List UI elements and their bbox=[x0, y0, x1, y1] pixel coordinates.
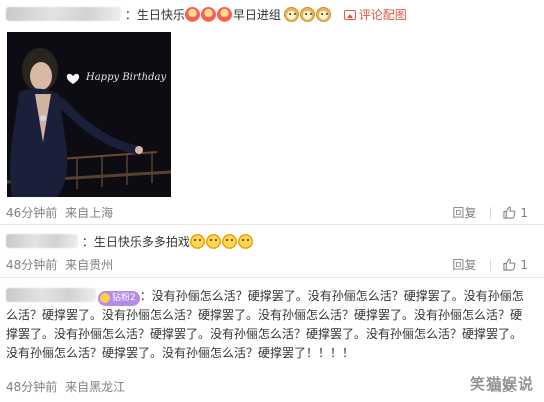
crying-emoji-icon bbox=[221, 234, 237, 249]
comment-2-meta: 48分钟前 来自贵州 bbox=[6, 256, 113, 273]
comment-1-text-2: 早日进组 bbox=[232, 8, 281, 22]
fan-badge: 钻粉2 bbox=[98, 291, 140, 306]
like-thumb-icon[interactable] bbox=[503, 206, 516, 219]
comment-image[interactable]: Happy Birthday bbox=[7, 32, 171, 197]
username-blurred[interactable] bbox=[6, 7, 121, 21]
comment-1-like-count: 1 bbox=[520, 205, 528, 220]
image-icon bbox=[343, 10, 356, 20]
comment-3-location: 来自黑龙江 bbox=[65, 380, 126, 394]
comment-2-location: 来自贵州 bbox=[65, 258, 114, 272]
comment-3-text-block: 钻粉2 ：没有孙俪怎么活？硬撑罢了。没有孙俪怎么活？硬撑罢了。没有孙俪怎么活？硬撑… bbox=[6, 287, 526, 363]
comment-2: ：生日快乐多多拍戏 48分钟前 来自贵州 回复 1 bbox=[0, 225, 544, 277]
comment-1-time: 46分钟前 bbox=[6, 206, 58, 220]
comment-image-graphic: Happy Birthday bbox=[7, 32, 171, 197]
reply-button[interactable]: 回复 bbox=[452, 256, 476, 273]
doge-emoji-icon bbox=[315, 7, 331, 22]
crying-emoji-icon bbox=[189, 234, 205, 249]
comment-3-time: 48分钟前 bbox=[6, 380, 58, 394]
comment-1-text: ：生日快乐 bbox=[124, 8, 185, 22]
view-comment-image-link[interactable]: 评论配图 bbox=[343, 8, 407, 22]
cake-emoji-icon bbox=[200, 7, 216, 22]
reply-button[interactable]: 回复 bbox=[452, 204, 476, 221]
divider bbox=[490, 206, 492, 219]
cake-emoji-icon bbox=[216, 7, 232, 22]
comment-1-actions: 回复 1 bbox=[452, 204, 528, 221]
comment-2-text: ：生日快乐多多拍戏 bbox=[81, 235, 190, 249]
view-comment-image-label: 评论配图 bbox=[358, 8, 407, 22]
comment-2-like-count: 1 bbox=[520, 257, 528, 272]
comment-2-time: 48分钟前 bbox=[6, 258, 58, 272]
comment-1-meta: 46分钟前 来自上海 bbox=[6, 204, 113, 221]
username-blurred[interactable] bbox=[6, 288, 96, 302]
cake-emoji-icon bbox=[184, 7, 200, 22]
crying-emoji-icon bbox=[237, 234, 253, 249]
username-blurred[interactable] bbox=[6, 234, 78, 248]
like-thumb-icon[interactable] bbox=[503, 258, 516, 271]
divider bbox=[490, 258, 492, 271]
doge-emoji-icon bbox=[283, 7, 299, 22]
comment-3-meta: 48分钟前 来自黑龙江 bbox=[6, 378, 125, 395]
comment-2-text-line: ：生日快乐多多拍戏 bbox=[6, 234, 254, 250]
comment-1: ：生日快乐 早日进组 评论配图 Happy Birthday 46分钟前 来自上海 bbox=[0, 0, 544, 224]
image-caption-text: Happy Birthday bbox=[85, 72, 166, 83]
crying-emoji-icon bbox=[205, 234, 221, 249]
watermark: 笑猫娱说 bbox=[469, 375, 534, 393]
comment-1-text-line: ：生日快乐 早日进组 评论配图 bbox=[6, 7, 407, 23]
comment-3: 钻粉2 ：没有孙俪怎么活？硬撑罢了。没有孙俪怎么活？硬撑罢了。没有孙俪怎么活？硬撑… bbox=[0, 278, 544, 402]
comment-1-location: 来自上海 bbox=[65, 206, 114, 220]
doge-emoji-icon bbox=[299, 7, 315, 22]
comment-2-actions: 回复 1 bbox=[452, 256, 528, 273]
